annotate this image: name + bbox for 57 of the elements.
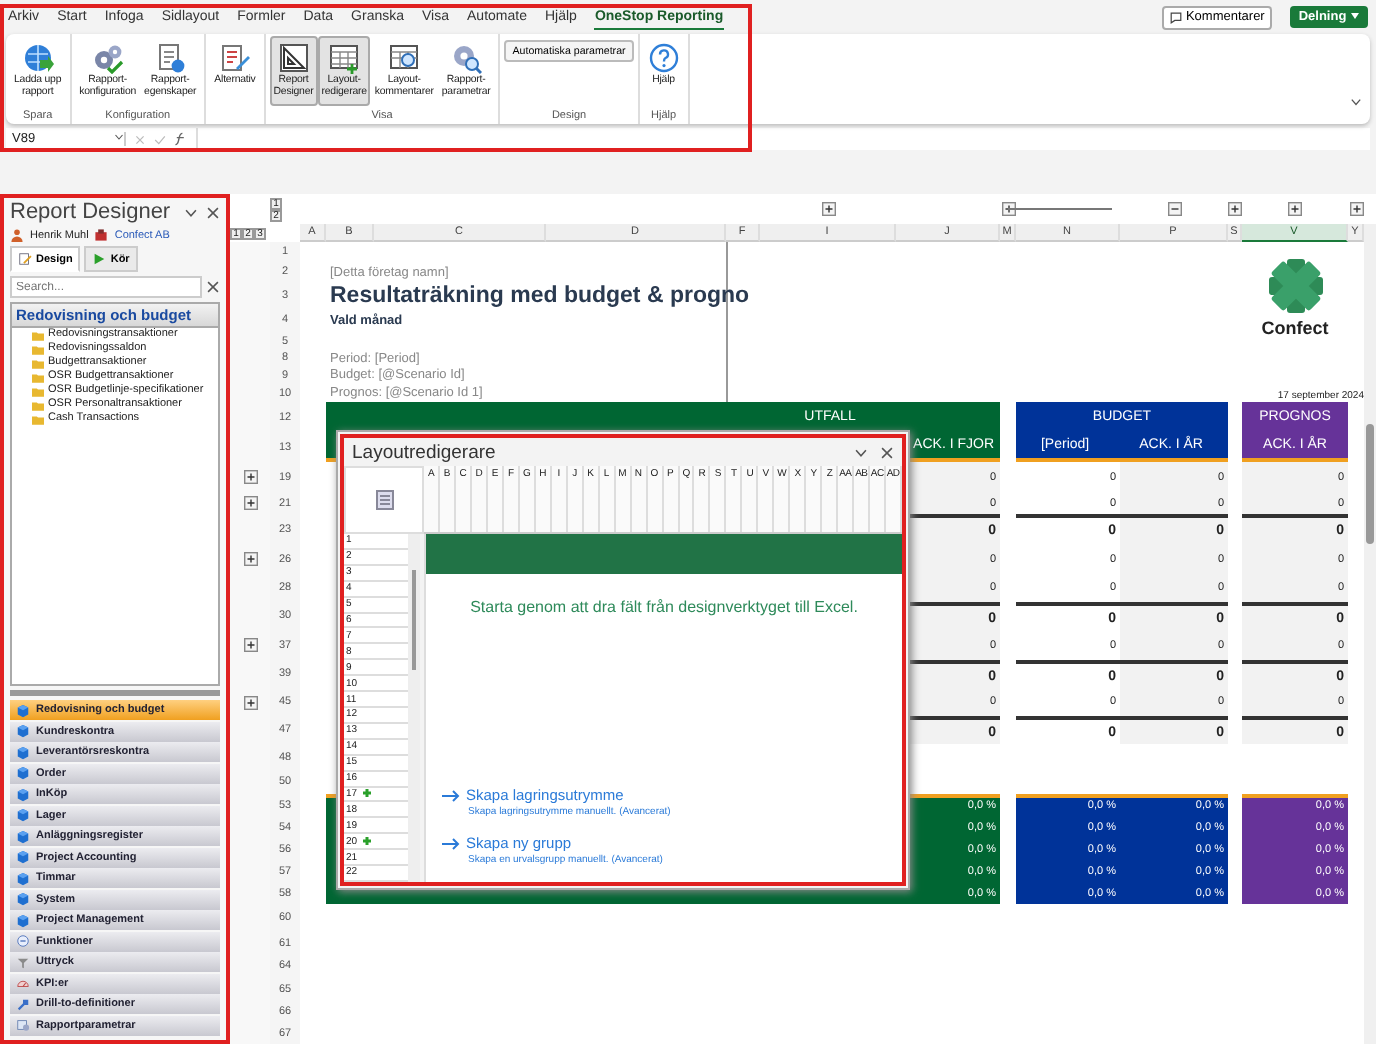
cube-icon <box>16 913 30 927</box>
funnel-icon <box>16 955 30 969</box>
window-title: Layoutredigerare <box>352 441 498 463</box>
cube-icon <box>16 871 30 885</box>
expand-icon[interactable] <box>1228 202 1242 216</box>
expand-icon[interactable] <box>1288 202 1302 216</box>
person-icon <box>10 228 24 242</box>
report-title: Resultaträkning med budget & progno <box>328 284 752 308</box>
building-icon <box>94 228 109 242</box>
collapse-icon[interactable] <box>1167 202 1181 216</box>
cube-icon <box>16 850 30 864</box>
ruler-icon <box>277 42 310 74</box>
cube-icon <box>16 745 30 759</box>
chevron-down-icon[interactable] <box>854 445 868 459</box>
cube-icon <box>16 829 30 843</box>
grid-icon <box>328 42 361 74</box>
gear-magnifier-icon <box>450 42 483 74</box>
caret-icon <box>1350 12 1360 20</box>
panel-title: Report Designer <box>10 200 173 224</box>
expand-icon[interactable] <box>1001 202 1015 216</box>
sheet-icon <box>375 490 393 510</box>
cube-icon <box>16 787 30 801</box>
cube-icon <box>16 808 30 822</box>
drill-icon <box>16 997 30 1011</box>
instruction-text: Starta genom att dra fält från designverktyget till Excel. <box>468 598 860 616</box>
expand-icon[interactable] <box>1349 202 1363 216</box>
chevron-down-icon[interactable] <box>1350 96 1362 108</box>
chevron-down-icon[interactable] <box>114 132 124 142</box>
scrollbar[interactable] <box>1364 224 1376 1044</box>
globe-icon <box>21 42 54 74</box>
arrow-icon <box>442 789 460 801</box>
cube-icon <box>16 724 30 738</box>
expand-icon[interactable] <box>821 202 835 216</box>
gears-icon <box>91 42 124 74</box>
chevron-down-icon[interactable] <box>184 205 198 219</box>
close-icon[interactable] <box>206 205 220 219</box>
cube-icon <box>16 766 30 780</box>
cube-icon <box>16 892 30 906</box>
pencil-document-icon <box>18 252 32 266</box>
close-icon[interactable] <box>880 445 894 459</box>
close-icon[interactable] <box>206 280 220 294</box>
arrow-icon <box>442 837 460 849</box>
document-pen-icon <box>218 42 251 74</box>
grid-magnifier-icon <box>388 42 421 74</box>
cube-icon <box>16 703 30 717</box>
logo-text: Confect <box>1261 317 1329 337</box>
scrollbar[interactable] <box>408 534 420 882</box>
document-icon <box>154 42 187 74</box>
gauge-icon <box>16 976 30 990</box>
play-icon <box>92 252 107 266</box>
parameters-icon <box>16 1018 30 1032</box>
percent-band <box>1242 794 1348 904</box>
function-icon <box>16 934 30 948</box>
help-icon <box>647 42 680 74</box>
comment-icon <box>1169 11 1182 23</box>
function-icon[interactable] <box>174 132 188 146</box>
check-icon[interactable] <box>154 133 166 145</box>
